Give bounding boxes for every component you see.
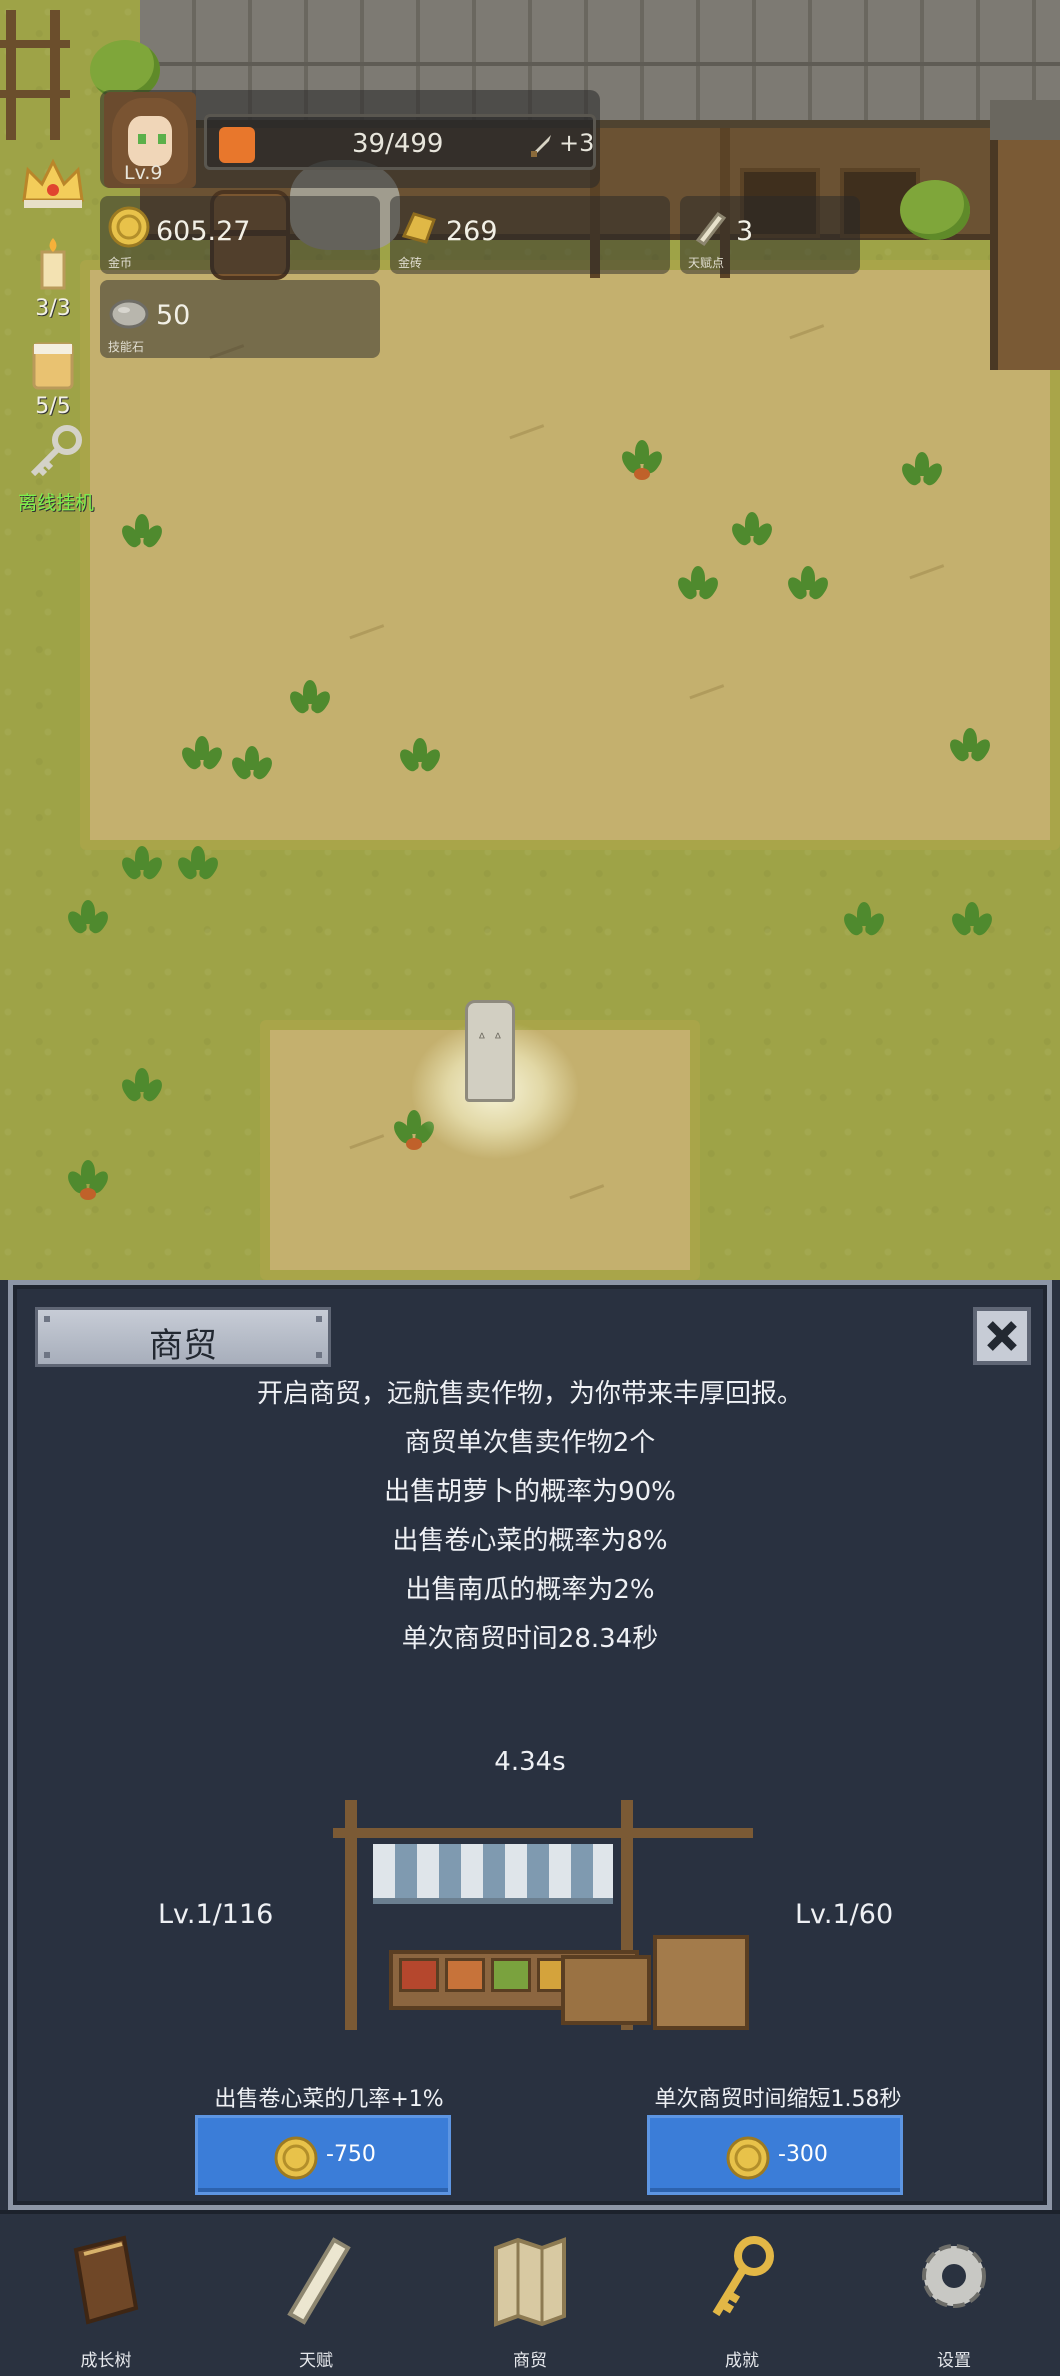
player-level: Lv.9 xyxy=(124,162,163,184)
gold-bar-counter: 269 金砖 xyxy=(390,196,670,274)
trade-description: 开启商贸，远航售卖作物，为你带来丰厚回报。 xyxy=(256,1379,803,1409)
nav-label: 天赋 xyxy=(299,2351,333,2371)
crop-sprout xyxy=(840,902,888,942)
crop-sprout xyxy=(118,514,166,554)
stone-stele[interactable]: ᐞ ᐞ xyxy=(465,1000,515,1102)
skill-stone-label: 技能石 xyxy=(108,340,145,354)
stall-crate xyxy=(653,1935,749,2030)
pumpkin-probability: 出售南瓜的概率为2% xyxy=(405,1575,655,1605)
nav-achievement[interactable]: 成就 xyxy=(672,2226,812,2376)
crop-sprout xyxy=(898,452,946,492)
crop-sprout xyxy=(396,738,444,778)
left-upgrade-level: Lv.1/116 xyxy=(158,1899,274,1930)
cabbage-upgrade-button[interactable]: -750 xyxy=(195,2115,451,2195)
duration-upgrade-cost: -300 xyxy=(778,2142,828,2167)
stall-chest xyxy=(561,1955,651,2025)
cabbage-upgrade-cost: -750 xyxy=(326,2142,376,2167)
skill-stone-icon xyxy=(109,299,149,329)
trade-panel: 商贸 开启商贸，远航售卖作物，为你带来丰厚回报。 商贸单次售卖作物2个 出售胡萝… xyxy=(8,1280,1052,2210)
carrot-plant xyxy=(64,1160,112,1200)
right-upgrade-label: 单次商贸时间缩短1.58秒 xyxy=(654,2087,902,2112)
gold-bar-icon xyxy=(401,212,436,244)
candle-button[interactable]: 3/3 xyxy=(18,236,88,326)
bush xyxy=(900,180,970,240)
crop-sprout xyxy=(674,566,722,606)
skill-stone-value: 50 xyxy=(156,300,191,331)
nav-talent[interactable]: 天赋 xyxy=(246,2226,386,2376)
candle-icon xyxy=(40,238,66,290)
crop-sprout xyxy=(174,846,222,886)
gold-coin-icon xyxy=(274,2136,318,2180)
crop-sprout xyxy=(118,1068,166,1108)
crop-sprout xyxy=(178,736,226,776)
carrot-probability: 出售胡萝卜的概率为90% xyxy=(384,1477,676,1507)
crop-sprout xyxy=(64,900,112,940)
crop-sprout xyxy=(286,680,334,720)
scroll-icon xyxy=(695,211,727,247)
trade-duration: 单次商贸时间28.34秒 xyxy=(401,1624,659,1654)
skill-stone-counter: 50 技能石 xyxy=(100,280,380,358)
exp-bonus: +3 xyxy=(559,129,595,157)
panel-title-tab: 商贸 xyxy=(35,1307,331,1367)
trade-timer: 4.34s xyxy=(494,1747,566,1777)
crop-sprout xyxy=(728,512,776,552)
right-upgrade-level: Lv.1/60 xyxy=(795,1899,894,1930)
gold-coin-icon xyxy=(108,206,150,248)
idle-button[interactable]: 离线挂机 xyxy=(6,424,106,514)
crop-sprout xyxy=(118,846,166,886)
exp-square-icon xyxy=(219,127,255,163)
gear-icon xyxy=(922,2244,986,2308)
crop-sprout xyxy=(946,728,994,768)
crop-sprout xyxy=(948,902,996,942)
crown-button[interactable] xyxy=(18,150,88,230)
gold-coin-value: 605.27 xyxy=(156,216,251,247)
gold-bar-value: 269 xyxy=(446,216,498,247)
key-icon xyxy=(30,425,82,477)
key-icon xyxy=(712,2236,774,2317)
gold-coin-icon xyxy=(726,2136,770,2180)
nav-label: 设置 xyxy=(937,2351,971,2371)
drink-count: 5/5 xyxy=(35,394,71,419)
exp-value: 39/499 xyxy=(352,129,444,159)
gold-coin-counter: 605.27 金币 xyxy=(100,196,380,274)
drink-button[interactable]: 5/5 xyxy=(18,340,88,420)
crop-sprout xyxy=(228,746,276,786)
gold-coin-label: 金币 xyxy=(108,256,133,270)
duration-upgrade-button[interactable]: -300 xyxy=(647,2115,903,2195)
stall-awning xyxy=(373,1844,613,1904)
side-house xyxy=(990,100,1060,370)
map-icon xyxy=(494,2237,566,2327)
nav-label: 成就 xyxy=(725,2351,759,2371)
idle-label: 离线挂机 xyxy=(17,492,94,514)
bottom-nav: 成长树 天赋 商贸 成就 设置 xyxy=(0,2210,1060,2376)
nav-label: 成长树 xyxy=(80,2351,132,2371)
scroll-icon xyxy=(287,2237,351,2325)
exp-bar: 39/499 +3 xyxy=(204,114,596,170)
nav-trade[interactable]: 商贸 xyxy=(460,2226,600,2376)
talent-point-counter: 3 天赋点 xyxy=(680,196,860,274)
candle-count: 3/3 xyxy=(35,296,71,321)
crown-icon xyxy=(22,158,84,208)
trade-crop-count: 商贸单次售卖作物2个 xyxy=(404,1428,656,1458)
cabbage-probability: 出售卷心菜的概率为8% xyxy=(392,1526,668,1556)
nav-growth-tree[interactable]: 成长树 xyxy=(36,2226,176,2376)
market-stall xyxy=(333,1800,753,2030)
crop-sprout xyxy=(784,566,832,606)
mug-icon xyxy=(32,342,74,390)
talent-point-value: 3 xyxy=(736,216,754,247)
talent-point-label: 天赋点 xyxy=(688,256,725,270)
left-upgrade-label: 出售卷心菜的几率+1% xyxy=(214,2087,444,2112)
game-world: ᐞ ᐞ Lv.9 39/499 +3 605.27 金币 269 金砖 3 天赋… xyxy=(0,0,1060,1280)
gold-bar-label: 金砖 xyxy=(398,256,423,270)
nav-label: 商贸 xyxy=(513,2351,547,2371)
panel-title: 商贸 xyxy=(149,1326,217,1366)
close-button[interactable] xyxy=(973,1307,1031,1365)
fence xyxy=(0,0,70,150)
book-icon xyxy=(73,2235,139,2325)
carrot-plant xyxy=(618,440,666,480)
nav-settings[interactable]: 设置 xyxy=(884,2226,1024,2376)
sword-icon xyxy=(531,135,551,157)
